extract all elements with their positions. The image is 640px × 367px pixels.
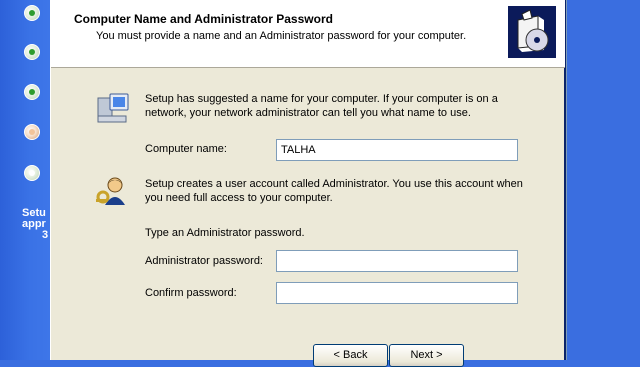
dialog-header: Computer Name and Administrator Password… — [51, 0, 565, 68]
back-button[interactable]: < Back — [313, 344, 388, 367]
confirm-password-input[interactable] — [276, 282, 518, 304]
step-pending-indicator — [24, 165, 40, 181]
admin-password-label: Administrator password: — [145, 255, 263, 267]
step-done-indicator — [24, 84, 40, 100]
computer-name-label: Computer name: — [145, 143, 227, 155]
step-active-indicator — [24, 124, 40, 140]
admin-info-line: Setup creates a user account called Admi… — [145, 178, 523, 190]
step-done-indicator — [24, 5, 40, 21]
confirm-password-label: Confirm password: — [145, 287, 237, 299]
next-button[interactable]: Next > — [389, 344, 464, 367]
setup-box-icon — [508, 6, 556, 58]
computer-name-input[interactable] — [276, 139, 518, 161]
computer-icon — [97, 93, 129, 123]
computer-name-info-line: Setup has suggested a name for your comp… — [145, 93, 498, 105]
sidebar-text: Setu appr 3 — [22, 208, 50, 241]
setup-dialog: Computer Name and Administrator Password… — [50, 0, 566, 367]
computer-name-info-line: network, your network administrator can … — [145, 107, 471, 119]
step-done-indicator — [24, 44, 40, 60]
password-prompt: Type an Administrator password. — [145, 227, 305, 239]
sidebar-text-line: 3 — [42, 229, 49, 241]
page-subtitle: You must provide a name and an Administr… — [96, 30, 467, 42]
users-key-icon — [96, 177, 125, 205]
setup-progress-sidebar: Setu appr 3 — [0, 0, 50, 360]
admin-password-input[interactable] — [276, 250, 518, 272]
admin-info-line: you need full access to your computer. — [145, 192, 333, 204]
desktop-background — [568, 0, 640, 360]
page-title: Computer Name and Administrator Password — [74, 12, 333, 26]
